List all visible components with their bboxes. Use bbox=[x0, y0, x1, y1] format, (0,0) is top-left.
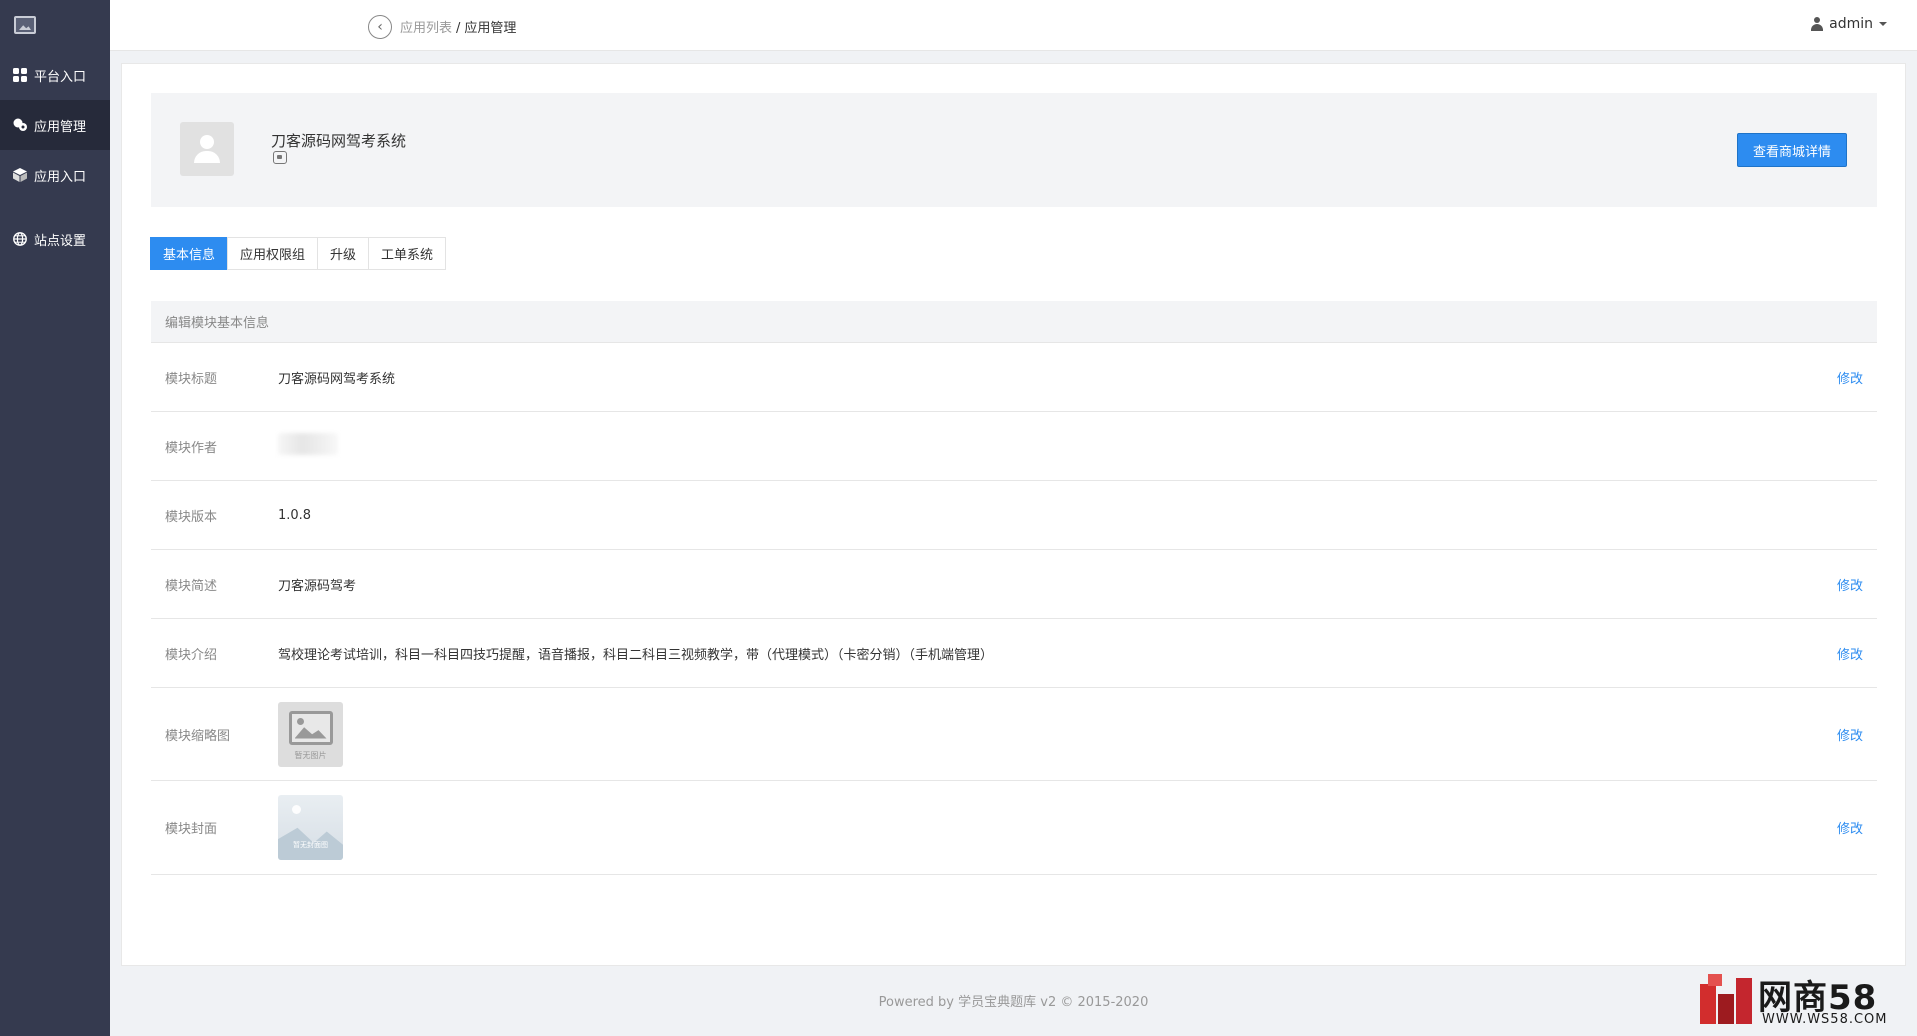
sidebar-item-label: 平台入口 bbox=[34, 69, 87, 85]
sidebar-item-app-manage[interactable]: 应用管理 bbox=[0, 100, 110, 150]
footer-text: Powered by 学员宝典题库 v2 © 2015-2020 bbox=[878, 995, 1149, 1010]
app-header: 刀客源码网驾考系统 查看商城详情 bbox=[151, 93, 1877, 207]
cubes-icon bbox=[12, 117, 28, 133]
sidebar-item-label: 站点设置 bbox=[34, 233, 87, 249]
sidebar-item-app-entry[interactable]: 应用入口 bbox=[0, 150, 110, 200]
sidebar-item-label: 应用入口 bbox=[34, 169, 87, 185]
row-label: 模块缩略图 bbox=[165, 728, 231, 744]
row-value: 刀客源码驾考 bbox=[278, 578, 357, 594]
row-value: 暂无图片 bbox=[278, 701, 1877, 767]
module-info-panel: 编辑模块基本信息 模块标题 刀客源码网驾考系统 修改 模块作者 模块版本 1.0… bbox=[151, 301, 1877, 875]
top-bar: ‹ 应用列表 / 应用管理 admin bbox=[110, 0, 1917, 51]
footer: Powered by 学员宝典题库 v2 © 2015-2020 bbox=[121, 966, 1906, 1036]
edit-thumbnail-link[interactable]: 修改 bbox=[1837, 725, 1863, 744]
tab-basic-info[interactable]: 基本信息 bbox=[150, 237, 229, 270]
globe-icon bbox=[12, 231, 28, 247]
row-label: 模块标题 bbox=[165, 371, 218, 387]
app-title: 刀客源码网驾考系统 bbox=[271, 132, 407, 150]
thumbnail-placeholder: 暂无图片 bbox=[278, 701, 343, 767]
sidebar: 平台入口 应用管理 应用入口 站点设置 bbox=[0, 0, 110, 1036]
app-avatar-icon bbox=[180, 122, 234, 176]
watermark-url: WWW.WS58.COM bbox=[1762, 1012, 1888, 1027]
row-value bbox=[278, 433, 1877, 459]
cube-icon bbox=[12, 167, 28, 183]
thumbnail-caption: 暂无图片 bbox=[294, 750, 327, 760]
view-shop-details-button[interactable]: 查看商城详情 bbox=[1737, 133, 1847, 167]
row-label: 模块简述 bbox=[165, 578, 218, 594]
row-value: 暂无封面图 bbox=[278, 795, 1877, 860]
row-module-author: 模块作者 bbox=[151, 412, 1877, 481]
tab-bar: 基本信息 应用权限组 升级 工单系统 bbox=[150, 237, 447, 270]
user-menu[interactable]: admin bbox=[1811, 16, 1887, 32]
panel-title: 编辑模块基本信息 bbox=[151, 301, 1877, 343]
user-icon bbox=[1811, 17, 1824, 31]
cover-placeholder: 暂无封面图 bbox=[278, 795, 343, 860]
row-module-thumbnail: 模块缩略图 暂无图片 修改 bbox=[151, 688, 1877, 781]
row-module-version: 模块版本 1.0.8 bbox=[151, 481, 1877, 550]
wechat-icon bbox=[273, 151, 287, 164]
cover-caption: 暂无封面图 bbox=[293, 841, 328, 849]
watermark-logo-icon bbox=[1700, 974, 1755, 1026]
tab-ticket-system[interactable]: 工单系统 bbox=[368, 237, 447, 270]
edit-title-link[interactable]: 修改 bbox=[1837, 368, 1863, 387]
logo[interactable] bbox=[0, 0, 110, 50]
row-module-title: 模块标题 刀客源码网驾考系统 修改 bbox=[151, 343, 1877, 412]
grid-icon bbox=[12, 67, 28, 83]
breadcrumb-current: 应用管理 bbox=[464, 21, 517, 36]
logo-image-icon bbox=[14, 16, 36, 34]
edit-summary-link[interactable]: 修改 bbox=[1837, 575, 1863, 594]
row-value: 驾校理论考试培训，科目一科目四技巧提醒，语音播报，科目二科目三视频教学，带（代理… bbox=[278, 647, 994, 663]
sidebar-item-platform[interactable]: 平台入口 bbox=[0, 50, 110, 100]
watermark: 网商58 WWW.WS58.COM bbox=[1700, 970, 1910, 1030]
row-label: 模块封面 bbox=[165, 822, 218, 837]
image-icon bbox=[288, 710, 333, 745]
row-label: 模块介绍 bbox=[165, 647, 218, 663]
main-card: 刀客源码网驾考系统 查看商城详情 基本信息 应用权限组 升级 工单系统 编辑模块… bbox=[121, 63, 1906, 966]
edit-cover-link[interactable]: 修改 bbox=[1837, 818, 1863, 837]
landscape-icon bbox=[292, 805, 301, 814]
row-value: 1.0.8 bbox=[278, 507, 312, 523]
breadcrumb-app-list[interactable]: 应用列表 bbox=[400, 21, 452, 36]
blurred-author bbox=[278, 433, 338, 455]
breadcrumb-separator: / bbox=[456, 21, 461, 36]
sidebar-item-label: 应用管理 bbox=[34, 119, 87, 135]
back-arrow-icon[interactable]: ‹ bbox=[368, 15, 392, 39]
user-name: admin bbox=[1829, 16, 1873, 32]
row-value: 刀客源码网驾考系统 bbox=[278, 371, 396, 387]
edit-intro-link[interactable]: 修改 bbox=[1837, 644, 1863, 663]
sidebar-item-site-settings[interactable]: 站点设置 bbox=[0, 214, 110, 264]
row-label: 模块版本 bbox=[165, 509, 218, 525]
tab-upgrade[interactable]: 升级 bbox=[317, 237, 370, 270]
row-label: 模块作者 bbox=[165, 440, 218, 456]
row-module-intro: 模块介绍 驾校理论考试培训，科目一科目四技巧提醒，语音播报，科目二科目三视频教学… bbox=[151, 619, 1877, 688]
tab-permission-group[interactable]: 应用权限组 bbox=[227, 237, 319, 270]
breadcrumb: 应用列表 / 应用管理 bbox=[400, 17, 516, 36]
row-module-cover: 模块封面 暂无封面图 修改 bbox=[151, 781, 1877, 875]
chevron-down-icon bbox=[1879, 22, 1887, 26]
row-module-summary: 模块简述 刀客源码驾考 修改 bbox=[151, 550, 1877, 619]
